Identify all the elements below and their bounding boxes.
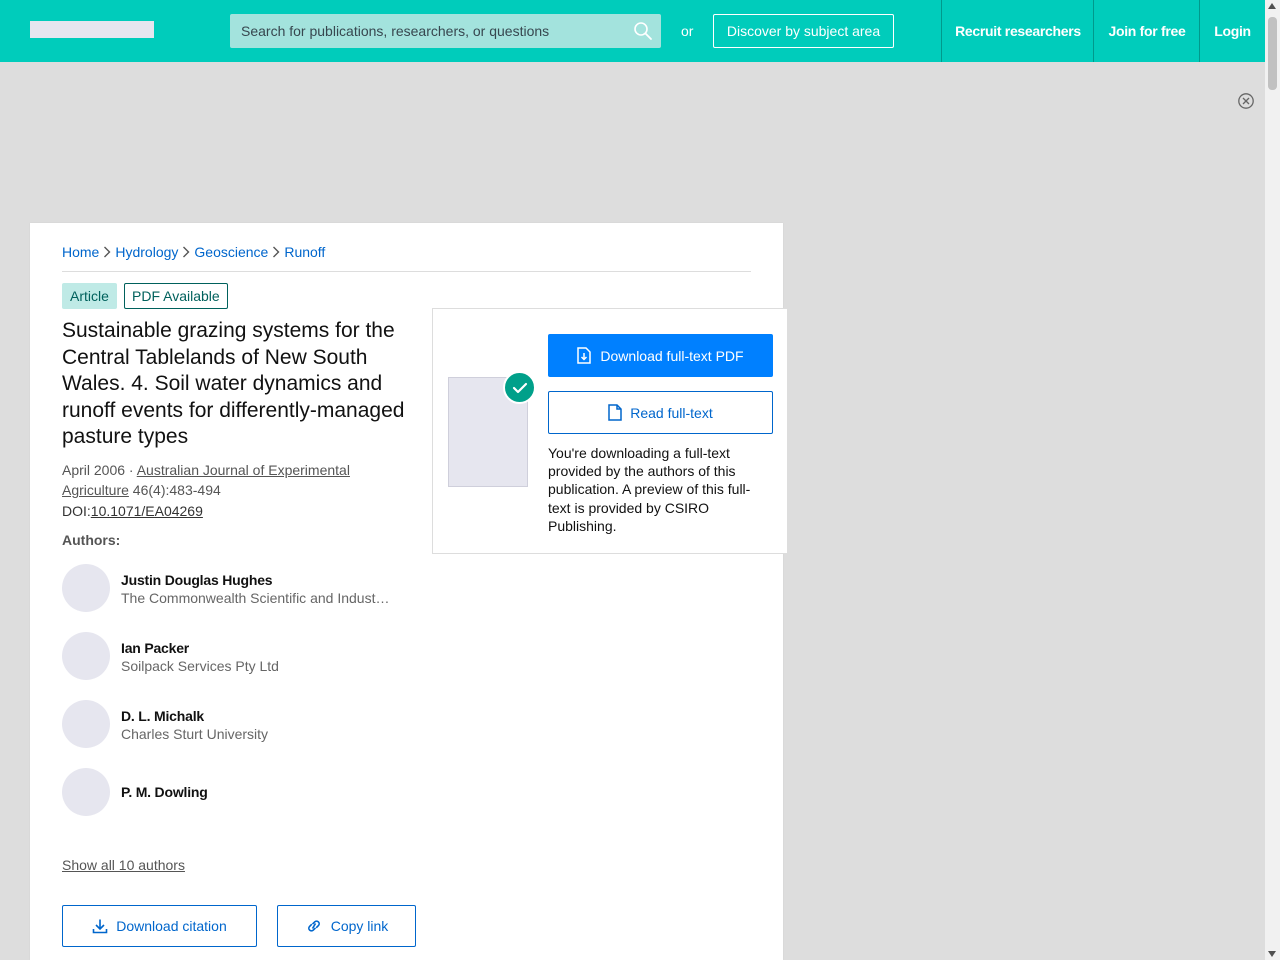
chevron-right-icon <box>183 246 190 258</box>
search-input[interactable] <box>230 14 625 48</box>
file-download-icon <box>577 347 592 364</box>
pdf-available-badge: PDF Available <box>124 283 228 309</box>
breadcrumb-home[interactable]: Home <box>62 244 99 260</box>
download-citation-button[interactable]: Download citation <box>62 905 257 947</box>
download-pdf-button[interactable]: Download full-text PDF <box>548 334 773 377</box>
scroll-thumb[interactable] <box>1268 17 1277 90</box>
read-fulltext-label: Read full-text <box>630 404 713 421</box>
breadcrumb-geoscience[interactable]: Geoscience <box>194 244 268 260</box>
copy-link-button[interactable]: Copy link <box>277 905 416 947</box>
avatar[interactable] <box>62 564 110 612</box>
avatar[interactable] <box>62 768 110 816</box>
scroll-down-arrow[interactable] <box>1268 951 1276 957</box>
chevron-right-icon <box>273 246 280 258</box>
author-name[interactable]: Ian Packer <box>121 640 189 656</box>
or-separator: or <box>681 23 694 39</box>
download-icon <box>92 919 108 934</box>
breadcrumb: Home Hydrology Geoscience Runoff <box>62 244 325 260</box>
close-ad-icon[interactable] <box>1237 92 1255 110</box>
author-institution: Charles Sturt University <box>121 726 269 742</box>
read-fulltext-button[interactable]: Read full-text <box>548 391 773 434</box>
publication-date: April 2006 <box>62 462 126 478</box>
author-name[interactable]: D. L. Michalk <box>121 708 204 724</box>
download-citation-label: Download citation <box>116 918 227 934</box>
discover-by-subject-button[interactable]: Discover by subject area <box>713 14 894 48</box>
nav-login[interactable]: Login <box>1199 0 1265 62</box>
author-item[interactable]: P. M. Dowling <box>62 768 402 816</box>
check-badge <box>503 371 536 404</box>
doi-link[interactable]: 10.1071/EA04269 <box>91 503 203 519</box>
publication-meta: April 2006 · Australian Journal of Exper… <box>62 460 402 500</box>
doi: DOI:10.1071/EA04269 <box>62 503 203 519</box>
meta-separator: · <box>125 462 137 478</box>
author-item[interactable]: Ian Packer Soilpack Services Pty Ltd <box>62 632 402 680</box>
file-icon <box>608 404 622 421</box>
nav-recruit-researchers[interactable]: Recruit researchers <box>941 0 1094 62</box>
scroll-up-arrow[interactable] <box>1268 3 1276 9</box>
site-logo[interactable] <box>30 21 154 38</box>
divider <box>62 271 751 272</box>
search-box <box>230 14 661 48</box>
author-name[interactable]: Justin Douglas Hughes <box>121 572 273 588</box>
download-panel: Download full-text PDF Read full-text Yo… <box>432 308 788 554</box>
doi-label: DOI: <box>62 503 91 519</box>
author-institution: Soilpack Services Pty Ltd <box>121 658 279 674</box>
copy-link-label: Copy link <box>330 918 389 934</box>
show-all-authors-link[interactable]: Show all 10 authors <box>62 857 185 873</box>
breadcrumb-hydrology[interactable]: Hydrology <box>115 244 178 260</box>
author-name[interactable]: P. M. Dowling <box>121 784 208 800</box>
breadcrumb-runoff[interactable]: Runoff <box>284 244 325 260</box>
nav-join-for-free[interactable]: Join for free <box>1093 0 1200 62</box>
check-icon <box>512 382 527 393</box>
top-nav-bar: or Discover by subject area Recruit rese… <box>0 0 1265 62</box>
download-pdf-label: Download full-text PDF <box>600 347 744 364</box>
avatar[interactable] <box>62 632 110 680</box>
author-item[interactable]: Justin Douglas Hughes The Commonwealth S… <box>62 564 402 612</box>
authors-heading: Authors: <box>62 532 121 548</box>
article-title: Sustainable grazing systems for the Cent… <box>62 319 405 448</box>
author-institution: The Commonwealth Scientific and Industri… <box>121 590 394 606</box>
avatar[interactable] <box>62 700 110 748</box>
chevron-right-icon <box>104 246 111 258</box>
author-item[interactable]: D. L. Michalk Charles Sturt University <box>62 700 402 748</box>
download-note: You're downloading a full-text provided … <box>548 445 751 534</box>
link-icon <box>307 920 320 932</box>
page-scrollbar[interactable] <box>1265 0 1280 960</box>
search-icon[interactable] <box>633 21 653 41</box>
journal-volume: 46(4):483-494 <box>128 482 221 498</box>
article-type-badge: Article <box>62 283 117 309</box>
